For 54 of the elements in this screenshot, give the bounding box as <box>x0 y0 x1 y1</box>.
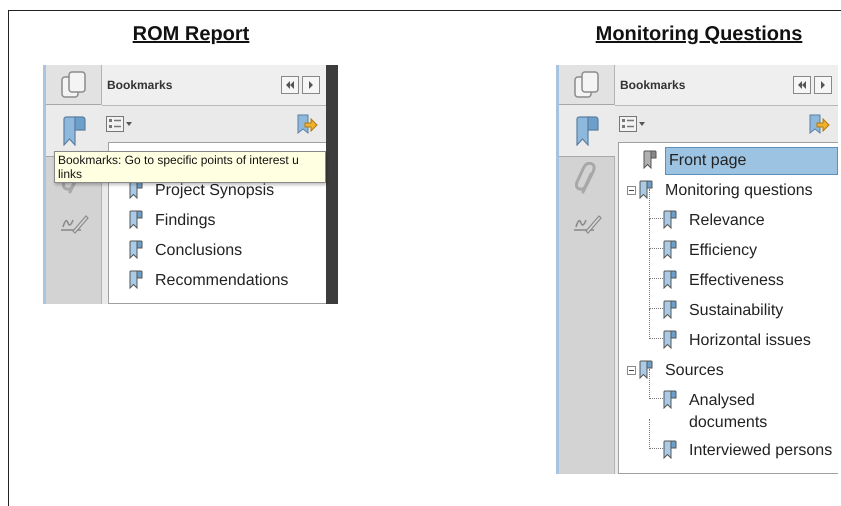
bookmark-icon <box>129 210 143 229</box>
bookmark-item[interactable]: Front page <box>665 147 838 175</box>
bookmark-item[interactable]: Horizontal issues <box>685 327 815 355</box>
bookmark-icon <box>129 240 143 259</box>
list-options-icon[interactable] <box>619 116 645 132</box>
bookmark-item[interactable]: Sources <box>661 357 728 385</box>
double-arrow-button[interactable] <box>793 76 811 94</box>
bookmark-icon <box>663 330 677 349</box>
bookmark-item[interactable]: Efficiency <box>685 237 762 265</box>
bookmark-icon <box>643 150 657 169</box>
bookmark-icon <box>62 116 86 146</box>
bookmark-icon <box>663 240 677 259</box>
minus-box-icon[interactable] <box>627 366 636 375</box>
bookmark-icon <box>129 270 143 289</box>
bookmark-icon <box>663 210 677 229</box>
bookmark-item[interactable]: Analysed documents <box>685 387 838 437</box>
bookmark-icon <box>663 270 677 289</box>
pages-icon <box>60 70 86 98</box>
bookmark-item[interactable]: Interviewed persons <box>685 437 836 465</box>
double-arrow-button[interactable] <box>281 76 299 94</box>
bookmark-item[interactable]: Findings <box>151 207 220 235</box>
double-left-arrow-icon <box>285 81 295 89</box>
bookmarks-tab[interactable] <box>559 105 615 157</box>
arrow-button[interactable] <box>814 76 832 94</box>
tooltip-text: Bookmarks: Go to specific points of interest u <box>58 153 300 167</box>
section-heading: ROM Report <box>132 22 250 46</box>
pages-tab[interactable] <box>46 65 101 105</box>
bookmark-icon <box>663 440 677 459</box>
bookmark-item[interactable]: Recommendations <box>151 267 292 295</box>
list-options-icon[interactable] <box>106 116 132 132</box>
tooltip-text: links <box>58 167 84 181</box>
minus-box-icon[interactable] <box>627 186 636 195</box>
bookmark-item[interactable]: Relevance <box>685 207 769 235</box>
bookmark-arrow-icon[interactable] <box>808 113 830 135</box>
paperclip-icon <box>574 162 598 196</box>
pages-tab[interactable] <box>559 65 614 105</box>
bookmark-arrow-icon[interactable] <box>296 113 318 135</box>
panel-title: Bookmarks <box>107 78 172 92</box>
section-heading: Monitoring Questions <box>596 22 802 46</box>
bookmark-icon <box>639 360 653 379</box>
bookmark-item[interactable]: Conclusions <box>151 237 246 265</box>
bookmark-item[interactable]: Effectiveness <box>685 267 788 295</box>
bookmark-icon <box>639 180 653 199</box>
bookmark-item[interactable]: Sustainability <box>685 297 788 325</box>
bookmark-icon <box>663 300 677 319</box>
bookmark-item[interactable]: Monitoring questions <box>661 177 817 205</box>
pages-icon <box>574 70 600 98</box>
double-left-arrow-icon <box>797 81 807 89</box>
right-arrow-icon <box>308 81 314 89</box>
bookmark-icon <box>663 390 677 409</box>
right-arrow-icon <box>820 81 826 89</box>
arrow-button[interactable] <box>302 76 320 94</box>
panel-title: Bookmarks <box>620 78 686 92</box>
bookmark-icon <box>575 116 599 146</box>
